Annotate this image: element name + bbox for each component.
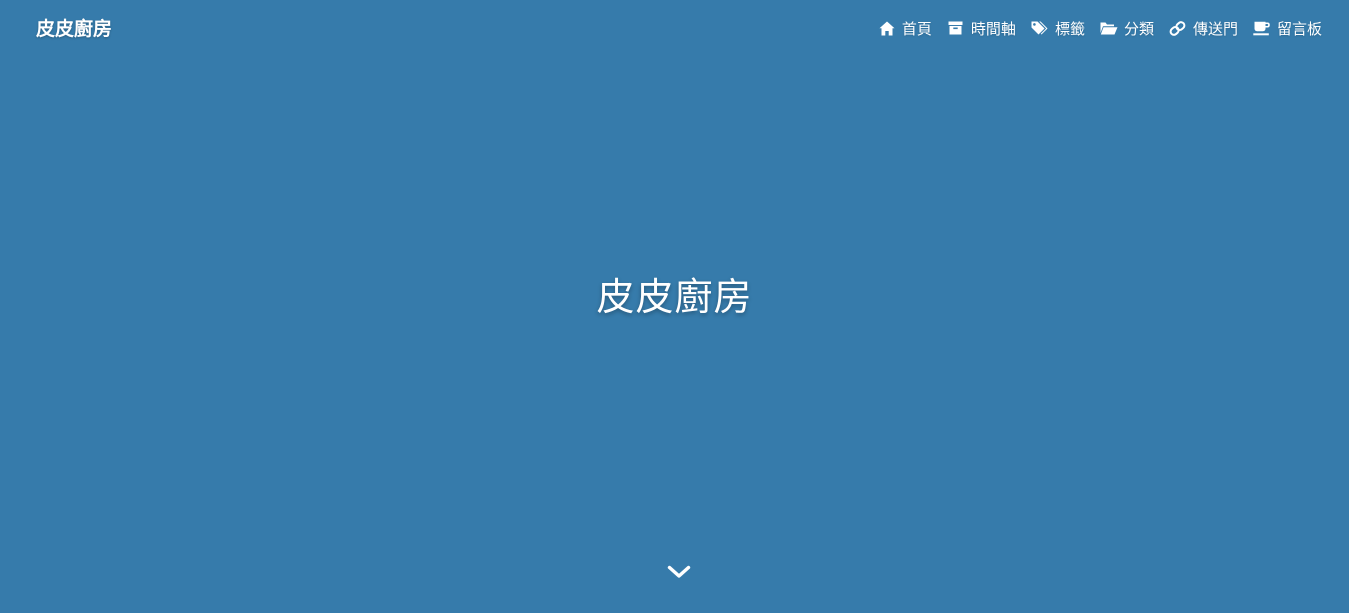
menu-item-categories[interactable]: 分類 xyxy=(1100,18,1154,39)
menu-item-label: 留言板 xyxy=(1276,19,1322,38)
site-header: 皮皮廚房 首頁 時間軸 標籤 分類 傳送門 留言板 xyxy=(0,0,1349,56)
site-brand[interactable]: 皮皮廚房 xyxy=(36,14,112,41)
archive-icon xyxy=(947,20,965,36)
menu-item-archive[interactable]: 時間軸 xyxy=(947,18,1016,39)
menu-item-label: 標籤 xyxy=(1054,19,1085,38)
site-title: 皮皮廚房 xyxy=(596,275,753,319)
menu-item-label: 時間軸 xyxy=(970,19,1016,38)
menu-item-guestbook[interactable]: 留言板 xyxy=(1253,18,1322,39)
menu-item-tags[interactable]: 標籤 xyxy=(1031,18,1085,39)
main-menu: 首頁 時間軸 標籤 分類 傳送門 留言板 xyxy=(863,18,1322,38)
menu-item-label: 首頁 xyxy=(901,19,932,38)
home-icon xyxy=(878,20,896,36)
tags-icon xyxy=(1031,20,1049,36)
chevron-down-icon xyxy=(667,564,691,583)
menu-item-home[interactable]: 首頁 xyxy=(878,18,932,39)
menu-item-label: 分類 xyxy=(1123,19,1154,38)
link-icon xyxy=(1169,20,1187,36)
coffee-icon xyxy=(1253,20,1271,36)
menu-item-links[interactable]: 傳送門 xyxy=(1169,18,1238,39)
scroll-down-button[interactable] xyxy=(664,562,694,584)
folder-open-icon xyxy=(1100,20,1118,36)
menu-item-label: 傳送門 xyxy=(1192,19,1238,38)
